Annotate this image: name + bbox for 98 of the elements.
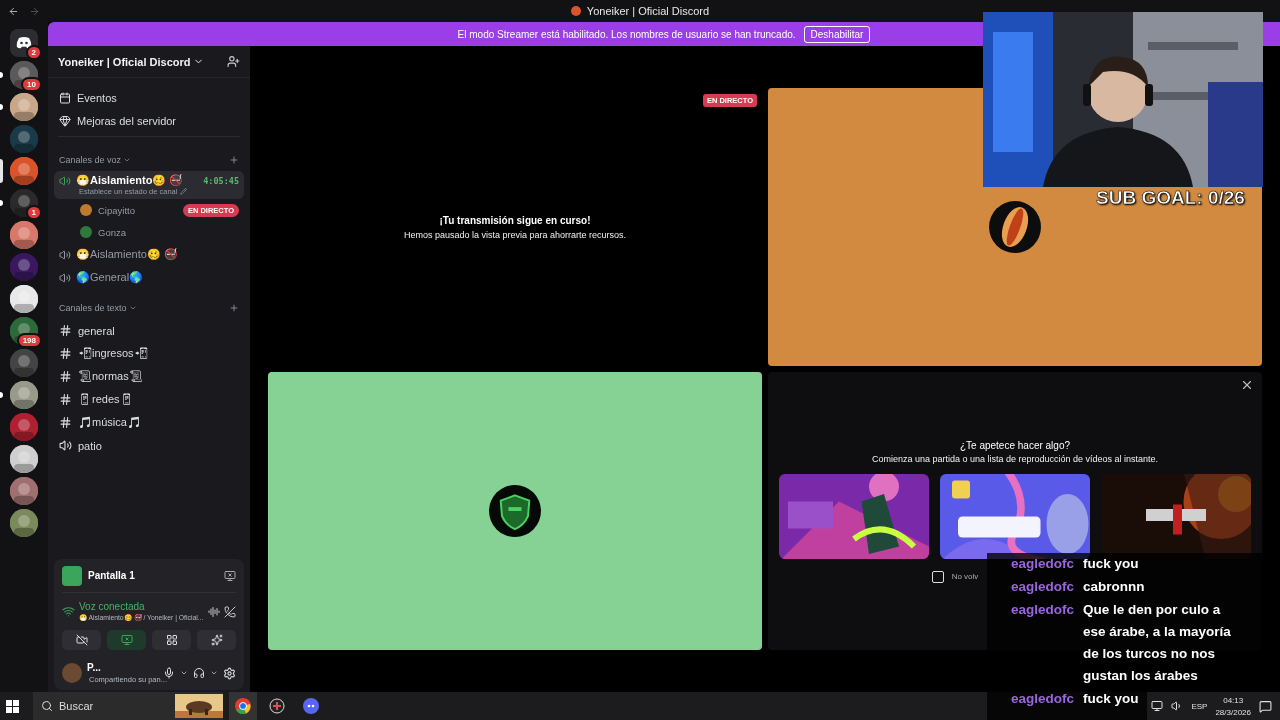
chevron-down-icon: [128, 304, 137, 312]
member-name[interactable]: Gonza: [98, 226, 126, 238]
disable-button[interactable]: Deshabilitar: [803, 25, 871, 43]
notification-badge: 10: [21, 77, 42, 92]
server-name[interactable]: Yoneiker | Oficial Discord: [58, 55, 205, 68]
grid-icon: [165, 634, 178, 646]
language-indicator[interactable]: ESP: [1191, 701, 1208, 711]
user-name: P...: [87, 662, 102, 673]
settings-icon[interactable]: [223, 666, 236, 680]
channel-name: 🌎General🌎: [76, 271, 144, 284]
screen-share-icon: [120, 634, 133, 646]
checkbox-label: No volv: [951, 572, 979, 581]
windows-icon[interactable]: [6, 699, 19, 713]
sidebar-item[interactable]: Eventos: [48, 86, 250, 109]
disconnect-icon[interactable]: [224, 605, 236, 618]
text-channel[interactable]: general: [48, 319, 250, 342]
sub-goal-text: SUB GOAL: 0/26: [1096, 187, 1245, 209]
voice-channel[interactable]: 😷Aislamiento🥴 🚭: [54, 243, 244, 266]
chat-message: fuck you: [1083, 555, 1139, 573]
chat-username: eagledofc: [1011, 578, 1075, 596]
hash-icon: [59, 416, 72, 429]
chevron-down-icon: [123, 156, 132, 164]
member-name[interactable]: Cipayitto: [98, 204, 135, 216]
chat-username: eagledofc: [1011, 555, 1075, 573]
sidebar-item[interactable]: Mejoras del servidor: [48, 109, 250, 132]
soundboard-button[interactable]: [197, 630, 236, 650]
category-header[interactable]: Canales de voz: [59, 155, 132, 165]
server-icon[interactable]: [10, 445, 38, 473]
home-button[interactable]: [10, 29, 38, 57]
screen-icon: [62, 565, 82, 586]
screen-button[interactable]: [107, 630, 146, 650]
user-avatar: [62, 663, 82, 683]
activity-title: ¿Te apetece hacer algo?: [959, 439, 1071, 451]
activities-button[interactable]: [152, 630, 191, 650]
discord-logo-icon: [16, 37, 32, 49]
hash-icon: [59, 370, 72, 383]
text-channel[interactable]: 📱redes📱: [48, 388, 250, 411]
camera-off-icon: [75, 634, 88, 646]
server-icon[interactable]: [10, 509, 38, 537]
speaker-icon: [59, 271, 71, 284]
speaker-icon: [59, 248, 71, 261]
stream-title: ¡Tu transmisión sigue en curso!: [439, 214, 591, 226]
banner-text: El modo Streamer está habilitado. Los nombres de usuario se han truncado.: [457, 28, 796, 40]
clock-time: 04:13: [1223, 695, 1244, 705]
stream-subtitle: Hemos pausado la vista previa para ahorrarte recursos.: [403, 229, 627, 240]
category-header[interactable]: Canales de texto: [59, 303, 137, 313]
text-channel[interactable]: patio: [48, 434, 250, 457]
server-icon[interactable]: [10, 285, 38, 313]
pencil-icon: [180, 188, 188, 195]
chrome-icon[interactable]: [229, 692, 257, 720]
notifications-icon[interactable]: [1259, 699, 1272, 713]
chevron-down-icon[interactable]: [180, 669, 188, 677]
voice-channel[interactable]: 🌎General🌎: [54, 266, 244, 289]
chat-message: fuck you: [1083, 690, 1139, 708]
voice-status: Voz conectada: [79, 601, 146, 612]
hash-icon: [59, 347, 72, 360]
speaker-icon: [59, 439, 72, 452]
server-icon[interactable]: [10, 381, 38, 409]
headphones-icon[interactable]: [193, 667, 205, 679]
speaker-icon: [59, 174, 71, 187]
chevron-down-icon[interactable]: [210, 669, 218, 677]
notification-badge: 198: [16, 333, 42, 348]
channel-name: 😷Aislamiento🥴 🚭: [76, 248, 178, 261]
chat-username: eagledofc: [1011, 690, 1075, 708]
close-button[interactable]: [1240, 378, 1254, 392]
hash-icon: [59, 324, 72, 337]
chat-message: cabronnn: [1083, 578, 1145, 596]
add-channel-icon[interactable]: [229, 303, 239, 313]
clock-date: 28/3/2026: [1215, 707, 1251, 717]
server-icon[interactable]: [10, 93, 38, 121]
server-icon[interactable]: [10, 157, 38, 185]
noise-icon[interactable]: [208, 605, 220, 618]
checkbox[interactable]: [931, 570, 944, 583]
chat-username: eagledofc: [1011, 601, 1075, 619]
channel-name: 😷Aislamiento🥴 🚭: [76, 174, 184, 187]
gem-icon: [59, 114, 71, 127]
activity-subtitle: Comienza una partida o una lista de reproducción de vídeos al instante.: [871, 453, 1159, 464]
text-channel[interactable]: 📜normas📜: [48, 365, 250, 388]
sparkles-icon: [210, 634, 223, 646]
network-icon[interactable]: [1151, 700, 1164, 712]
call-timer: 4:05:45: [203, 175, 239, 186]
server-icon[interactable]: [10, 477, 38, 505]
calendar-icon: [59, 91, 71, 104]
camera-button[interactable]: [62, 630, 101, 650]
microphone-icon[interactable]: [163, 667, 175, 679]
back-arrow-icon[interactable]: [8, 5, 19, 17]
text-channel[interactable]: 📲ingresos📲: [48, 342, 250, 365]
invite-icon[interactable]: [227, 55, 240, 68]
signal-icon: [62, 605, 75, 618]
server-icon[interactable]: [10, 221, 38, 249]
screen-name: Pantalla 1: [88, 570, 135, 581]
search-icon: [41, 700, 53, 712]
add-channel-icon[interactable]: [229, 155, 239, 165]
search-field[interactable]: Buscar: [33, 692, 223, 720]
text-channel[interactable]: 🎵música🎵: [48, 411, 250, 434]
window-title: Yoneiker | Oficial Discord: [586, 5, 710, 17]
hash-icon: [59, 393, 72, 406]
stop-sharing-icon[interactable]: [224, 569, 236, 582]
